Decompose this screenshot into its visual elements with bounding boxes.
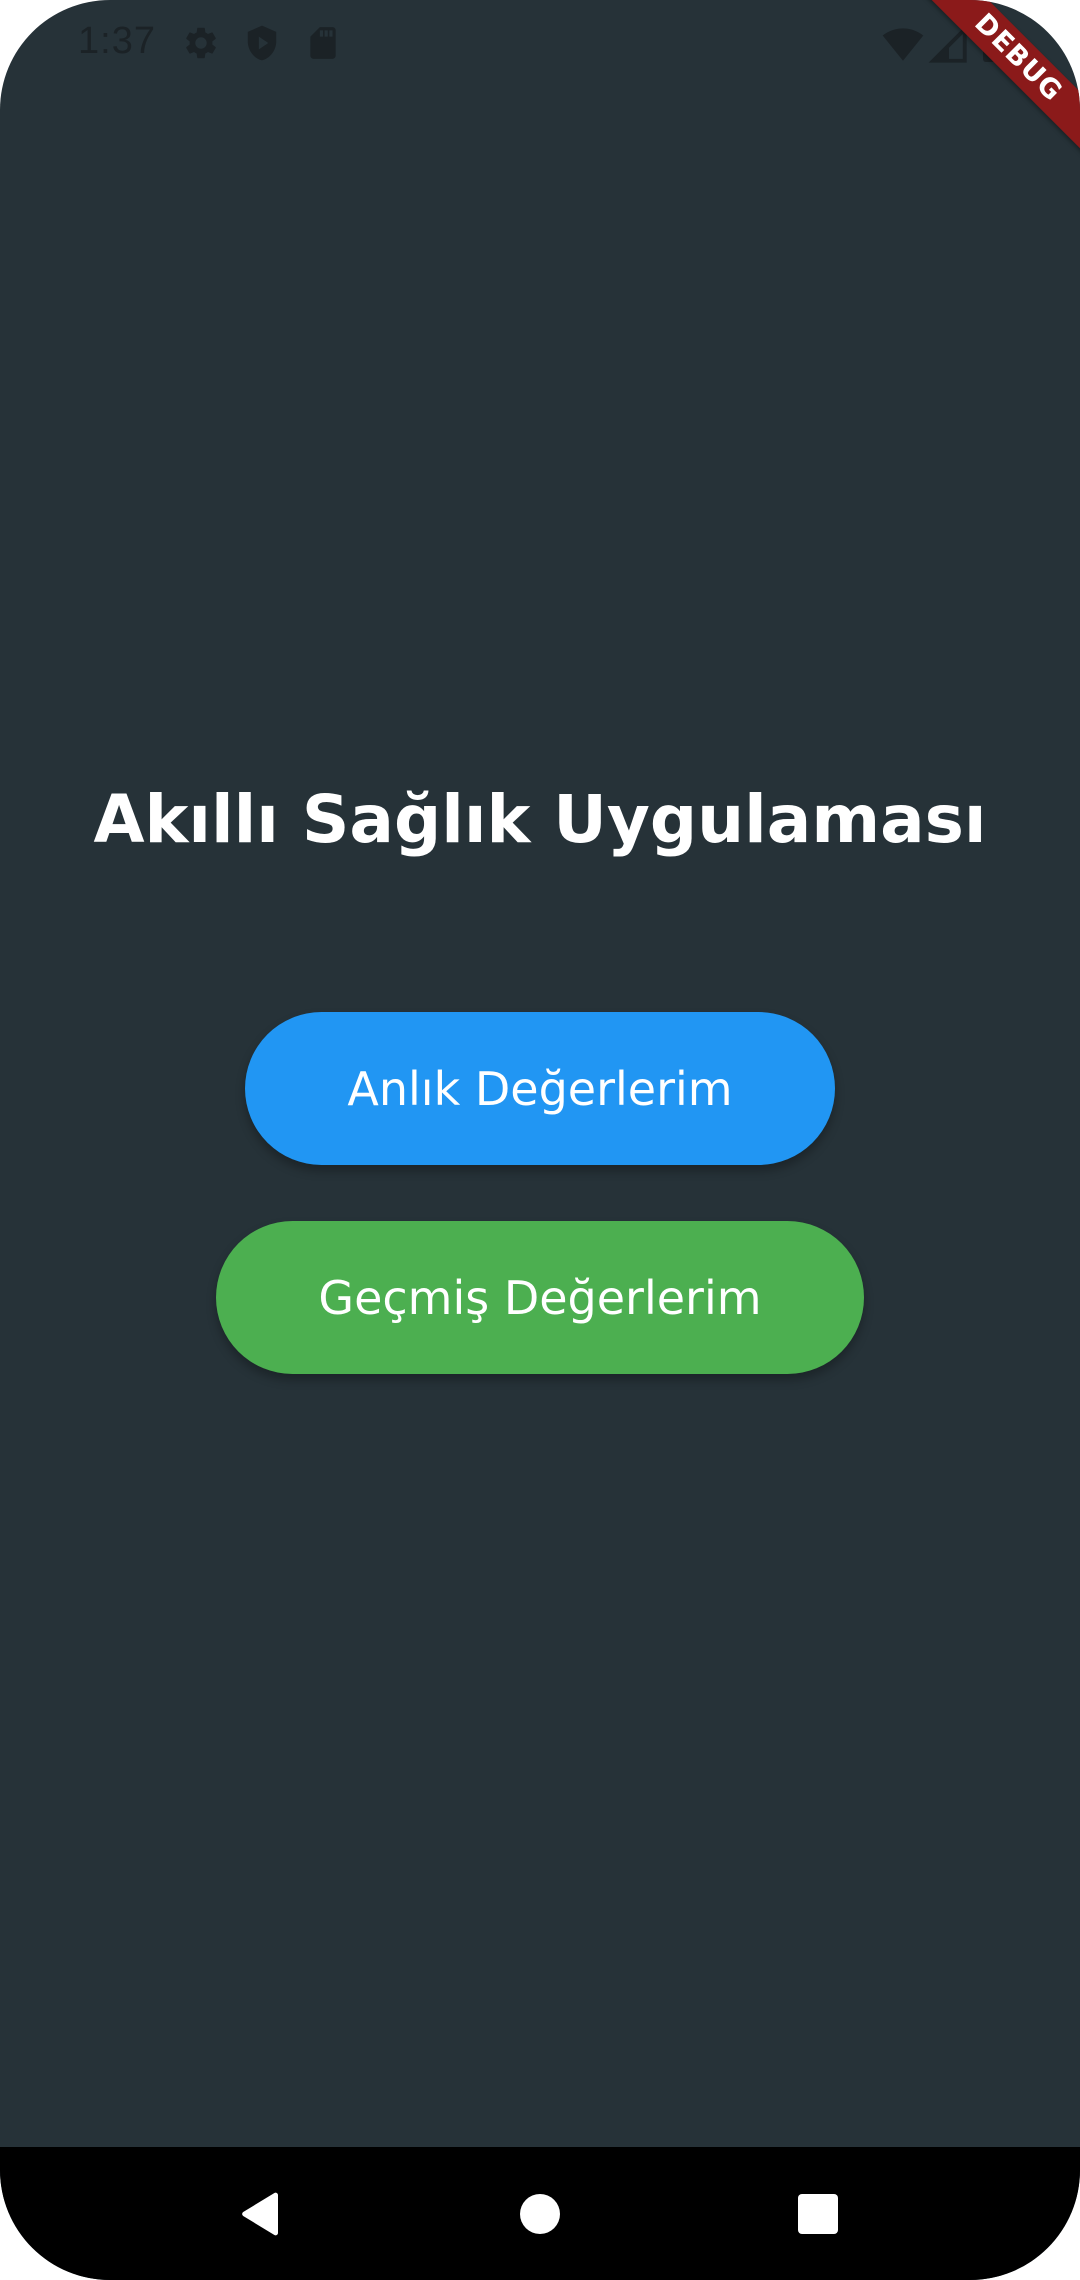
history-values-label: Geçmiş Değerlerim	[318, 1270, 762, 1325]
sd-card-icon	[304, 24, 342, 62]
wifi-icon	[882, 24, 924, 66]
gear-icon	[182, 24, 220, 62]
page-title: Akıllı Sağlık Uygulaması	[93, 781, 987, 858]
recents-icon[interactable]	[783, 2179, 853, 2249]
phone-screen: 1:37 DEBUG Akıllı Sağlık Uygulaması Anlı…	[0, 0, 1080, 2280]
home-icon[interactable]	[505, 2179, 575, 2249]
status-bar: 1:37	[0, 0, 1080, 90]
history-values-button[interactable]: Geçmiş Değerlerim	[216, 1221, 864, 1374]
current-values-label: Anlık Değerlerim	[347, 1061, 733, 1116]
status-time: 1:37	[78, 20, 156, 62]
current-values-button[interactable]: Anlık Değerlerim	[245, 1012, 835, 1165]
navigation-bar	[0, 2147, 1080, 2280]
shield-icon	[243, 24, 281, 62]
back-icon[interactable]	[225, 2179, 295, 2249]
